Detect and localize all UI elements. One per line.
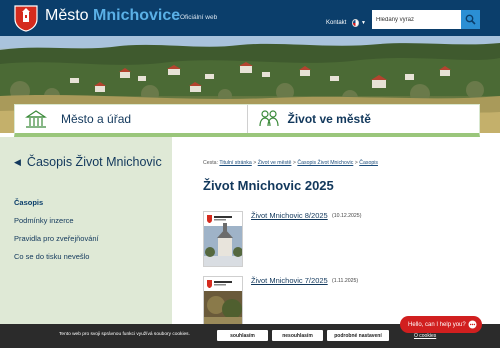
main-navigation: Město a úřad Život ve městě (14, 104, 480, 137)
people-icon (258, 108, 280, 130)
breadcrumb-separator: > (253, 160, 257, 166)
issue-link[interactable]: Život Mnichovic 8/2025 (251, 211, 328, 220)
breadcrumb-link-casopis[interactable]: Časopis (359, 160, 378, 166)
breadcrumb: Cesta: Titulní stránka > Život ve městě … (203, 160, 378, 166)
chat-icon (468, 320, 477, 329)
sidebar-menu: Časopis Podmínky inzerce Pravidla pro zv… (14, 199, 99, 271)
sidebar-item-casopis[interactable]: Časopis (14, 199, 99, 217)
search-icon (465, 14, 476, 25)
breadcrumb-link-home[interactable]: Titulní stránka (219, 160, 251, 166)
back-arrow-icon: ◀ (14, 157, 21, 167)
site-brand[interactable]: Město Mnichovice (45, 7, 180, 25)
issue-link[interactable]: Život Mnichovic 7/2025 (251, 276, 328, 285)
contact-link[interactable]: Kontakt (326, 20, 346, 26)
breadcrumb-separator: > (292, 160, 296, 166)
nav-tile-mesto-a-urad[interactable]: Město a úřad (15, 105, 247, 133)
chat-label: Hello, can I help you? (408, 321, 466, 328)
coat-of-arms-logo[interactable] (14, 5, 38, 32)
breadcrumb-link-zivot[interactable]: Život ve městě (258, 160, 292, 166)
issue-cover-thumbnail[interactable] (203, 211, 243, 267)
sidebar-item-pravidla[interactable]: Pravidla pro zveřejňování (14, 235, 99, 253)
sidebar-title[interactable]: ◀ Časopis Život Mnichovic (14, 153, 164, 172)
sidebar: ◀ Časopis Život Mnichovic Časopis Podmínk… (0, 137, 172, 348)
nav-tile-label: Město a úřad (61, 112, 132, 126)
breadcrumb-prefix: Cesta: (203, 160, 218, 166)
cookie-accept-button[interactable]: souhlasím (217, 330, 268, 341)
breadcrumb-link-casopis-zivot[interactable]: Časopis Život Mnichovic (297, 160, 353, 166)
page-title: Život Mnichovic 2025 (203, 178, 334, 193)
breadcrumb-separator: > (354, 160, 358, 166)
cookie-info-link[interactable]: O cookies (414, 333, 436, 339)
sidebar-item-podminky-inzerce[interactable]: Podmínky inzerce (14, 217, 99, 235)
nav-tile-label: Život ve městě (287, 112, 371, 126)
cookie-reject-button[interactable]: nesouhlasím (272, 330, 323, 341)
town-hall-icon (25, 108, 47, 130)
search-input[interactable] (372, 10, 462, 29)
brand-subtitle: Oficiální web (180, 14, 218, 21)
czech-flag-icon (352, 19, 360, 27)
cookie-settings-button[interactable]: podrobné nastavení (327, 330, 389, 341)
nav-tile-zivot-ve-meste[interactable]: Život ve městě (246, 105, 480, 133)
chevron-down-icon: ▼ (361, 20, 366, 26)
chat-widget-button[interactable]: Hello, can I help you? (400, 316, 482, 333)
issue-date: (10.12.2025) (332, 212, 362, 219)
cookie-text: Tento web pro svoji správnou funkci využ… (59, 332, 190, 337)
search-button[interactable] (461, 10, 480, 29)
sidebar-item-co-se-nevešlo[interactable]: Co se do tisku nevešlo (14, 253, 99, 271)
site-header: Město Mnichovice Oficiální web Kontakt ▼ (0, 0, 500, 36)
issue-date: (1.11.2025) (332, 277, 359, 284)
language-switcher[interactable]: ▼ (352, 17, 366, 29)
sidebar-title-text: Časopis Život Mnichovic (26, 155, 162, 169)
brand-prefix: Město (45, 7, 89, 24)
brand-name: Mnichovice (93, 7, 181, 24)
